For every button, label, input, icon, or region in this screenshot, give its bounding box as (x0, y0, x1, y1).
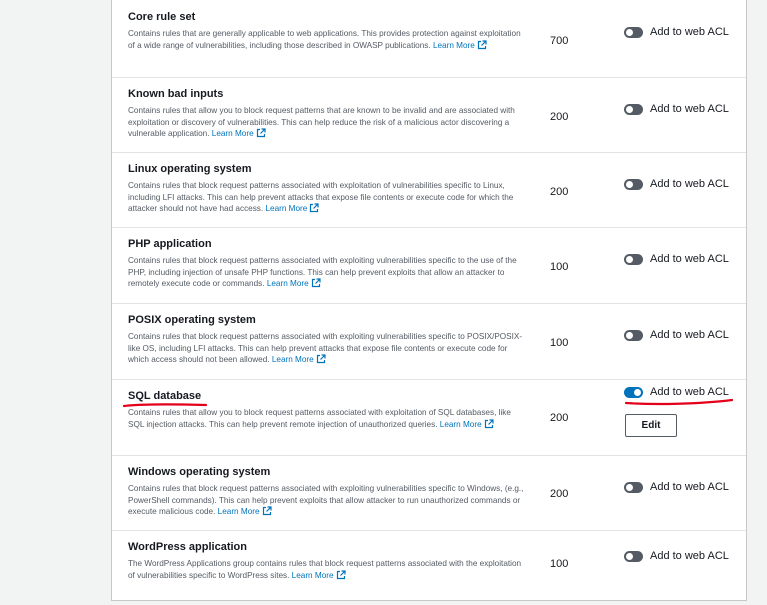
toggle-label: Add to web ACL (650, 329, 729, 341)
rule-group-row: SQL database Contains rules that allow y… (112, 379, 746, 456)
rule-group-row: Core rule set Contains rules that are ge… (112, 0, 746, 77)
rule-group-name: Core rule set (128, 11, 196, 23)
learn-more-label: Learn More (432, 40, 475, 50)
description-text: Contains rules that block request patter… (128, 181, 514, 213)
capacity-value: 100 (550, 337, 569, 349)
add-to-web-acl-toggle[interactable]: Add to web ACL (624, 26, 729, 38)
learn-more-link[interactable]: Learn More (271, 354, 326, 364)
rule-group-description: Contains rules that block request patter… (128, 483, 528, 520)
rule-group-row: Known bad inputs Contains rules that all… (112, 77, 746, 153)
toggle-switch[interactable] (624, 103, 643, 115)
add-to-web-acl-toggle[interactable]: Add to web ACL (624, 329, 729, 341)
toggle-switch[interactable] (624, 178, 643, 190)
rule-group-description: Contains rules that allow you to block r… (128, 105, 528, 142)
capacity-value: 100 (550, 261, 569, 273)
external-link-icon (256, 128, 266, 142)
learn-more-label: Learn More (291, 570, 334, 580)
rule-groups-panel: Core rule set Contains rules that are ge… (111, 0, 747, 601)
learn-more-label: Learn More (271, 355, 314, 364)
toggle-label: Add to web ACL (650, 253, 729, 265)
rule-group-name: SQL database (128, 390, 202, 402)
add-to-web-acl-toggle[interactable]: Add to web ACL (624, 550, 729, 562)
toggle-label: Add to web ACL (650, 550, 729, 562)
external-link-icon (311, 278, 321, 292)
learn-more-label: Learn More (211, 129, 254, 138)
rule-group-name: Known bad inputs (128, 88, 224, 100)
rule-group-name: Windows operating system (128, 466, 271, 478)
rule-group-name: WordPress application (128, 541, 247, 553)
toggle-switch[interactable] (624, 386, 643, 398)
toggle-switch[interactable] (624, 253, 643, 265)
learn-more-link[interactable]: Learn More (266, 278, 321, 288)
capacity-value: 200 (550, 186, 569, 198)
toggle-label: Add to web ACL (650, 178, 729, 190)
description-text: Contains rules that allow you to block r… (128, 106, 515, 138)
learn-more-label: Learn More (266, 279, 309, 288)
capacity-value: 700 (550, 35, 569, 47)
capacity-value: 100 (550, 558, 569, 570)
rule-group-description: Contains rules that block request patter… (128, 331, 528, 368)
external-link-icon (316, 354, 326, 368)
external-link-icon (336, 569, 346, 584)
rule-group-row: PHP application Contains rules that bloc… (112, 227, 746, 304)
rule-group-description: Contains rules that are generally applic… (128, 28, 528, 53)
learn-more-label: Learn More (265, 204, 308, 213)
capacity-value: 200 (550, 412, 569, 424)
learn-more-link[interactable]: Learn More (211, 128, 266, 138)
toggle-label: Add to web ACL (650, 386, 729, 398)
rule-group-name: POSIX operating system (128, 314, 256, 326)
external-link-icon (484, 418, 494, 433)
toggle-label: Add to web ACL (650, 103, 729, 115)
add-to-web-acl-toggle[interactable]: Add to web ACL (624, 386, 729, 398)
rule-group-row: Linux operating system Contains rules th… (112, 152, 746, 228)
add-to-web-acl-toggle[interactable]: Add to web ACL (624, 253, 729, 265)
learn-more-link[interactable]: Learn More (291, 569, 346, 580)
rule-group-name: Linux operating system (128, 163, 252, 175)
capacity-value: 200 (550, 111, 569, 123)
toggle-switch[interactable] (624, 26, 643, 38)
description-text: Contains rules that block request patter… (128, 256, 517, 288)
rule-group-description: Contains rules that block request patter… (128, 180, 528, 217)
external-link-icon (477, 39, 487, 54)
toggle-switch[interactable] (624, 329, 643, 341)
add-to-web-acl-toggle[interactable]: Add to web ACL (624, 481, 729, 493)
learn-more-link[interactable]: Learn More (432, 39, 487, 50)
toggle-label: Add to web ACL (650, 481, 729, 493)
rule-group-description: Contains rules that allow you to block r… (128, 407, 528, 432)
external-link-icon (309, 203, 319, 217)
toggle-label: Add to web ACL (650, 26, 729, 38)
rule-group-row: WordPress application The WordPress Appl… (112, 530, 746, 601)
rule-group-description: Contains rules that block request patter… (128, 255, 528, 292)
rule-group-row: POSIX operating system Contains rules th… (112, 303, 746, 380)
rule-group-row: Windows operating system Contains rules … (112, 455, 746, 531)
learn-more-label: Learn More (217, 507, 260, 516)
capacity-value: 200 (550, 488, 569, 500)
toggle-switch[interactable] (624, 550, 643, 562)
edit-button[interactable]: Edit (625, 414, 677, 437)
rule-group-name: PHP application (128, 238, 212, 250)
learn-more-link[interactable]: Learn More (265, 203, 319, 213)
learn-more-link[interactable]: Learn More (439, 418, 494, 429)
learn-more-label: Learn More (439, 419, 482, 429)
add-to-web-acl-toggle[interactable]: Add to web ACL (624, 178, 729, 190)
rule-group-description: The WordPress Applications group contain… (128, 558, 528, 583)
toggle-switch[interactable] (624, 481, 643, 493)
add-to-web-acl-toggle[interactable]: Add to web ACL (624, 103, 729, 115)
description-text: Contains rules that block request patter… (128, 484, 524, 516)
learn-more-link[interactable]: Learn More (217, 506, 272, 516)
external-link-icon (262, 506, 272, 520)
